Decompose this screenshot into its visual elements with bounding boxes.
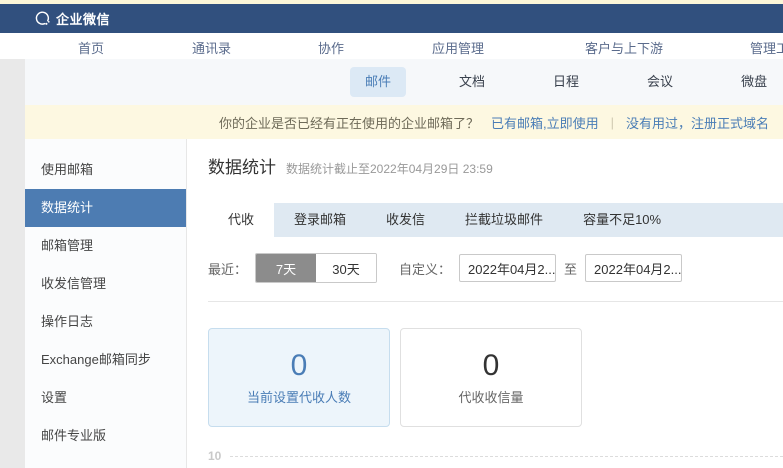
subnav-tab-docs[interactable]: 文档 [444,67,500,97]
stats-main-panel: 数据统计 数据统计截止至2022年04月29日 23:59 代收 登录邮箱 收发… [187,139,783,468]
subnav-tab-mail[interactable]: 邮件 [350,67,406,97]
primary-nav: 首页 通讯录 协作 应用管理 客户与上下游 管理工具 [0,33,783,59]
wecom-bubble-icon [34,10,51,27]
sidebar-item-use-mailbox[interactable]: 使用邮箱 [25,151,186,189]
mail-subnav: 邮件 文档 日程 会议 微盘 [25,59,783,105]
stat-card-proxy-recipients[interactable]: 0 当前设置代收人数 [208,328,390,427]
date-to-value: 2022年04月2... [594,259,681,278]
brand-label: 企业微信 [56,9,110,28]
date-filter-row: 最近： 7天 30天 自定义： 2022年04月2... ▾ 至 2022年04… [208,253,783,283]
brand[interactable]: 企业微信 [34,9,110,28]
stat-value: 0 [291,349,308,383]
nav-item-contacts[interactable]: 通讯录 [192,38,231,57]
sidebar-item-op-log[interactable]: 操作日志 [25,303,186,341]
range-segmented-control: 7天 30天 [255,253,377,283]
page-panel: 邮件 文档 日程 会议 微盘 你的企业是否已经有正在使用的企业邮箱了？ 已有邮箱… [25,59,783,468]
nav-item-customers[interactable]: 客户与上下游 [585,38,663,57]
tab-send-receive[interactable]: 收发信 [366,203,445,237]
notice-separator: | [611,115,614,130]
nav-item-apps[interactable]: 应用管理 [432,38,484,57]
nav-item-admin-tools[interactable]: 管理工具 [750,38,783,57]
notice-link-have-mailbox[interactable]: 已有邮箱,立即使用 [491,113,599,132]
recent-label: 最近： [208,259,247,278]
y-axis-tick: 10 [208,449,230,463]
custom-label: 自定义： [399,259,451,278]
chart-area-top: 10 [208,449,783,463]
sidebar-item-mailbox-mgmt[interactable]: 邮箱管理 [25,227,186,265]
date-from-value: 2022年04月2... [468,259,555,278]
sidebar-item-settings[interactable]: 设置 [25,379,186,417]
notice-link-register-domain[interactable]: 没有用过，注册正式域名 [626,113,769,132]
stat-value: 0 [483,349,500,383]
sidebar-item-sendrecv-mgmt[interactable]: 收发信管理 [25,265,186,303]
mailbox-notice-bar: 你的企业是否已经有正在使用的企业邮箱了？ 已有邮箱,立即使用 | 没有用过，注册… [25,105,783,139]
to-label: 至 [564,259,577,278]
tab-proxy-receive[interactable]: 代收 [208,203,274,237]
subnav-tab-schedule[interactable]: 日程 [538,67,594,97]
nav-item-home[interactable]: 首页 [78,38,104,57]
subnav-tab-meeting[interactable]: 会议 [632,67,688,97]
stats-tab-strip: 代收 登录邮箱 收发信 拦截垃圾邮件 容量不足10% [208,203,783,237]
nav-item-collab[interactable]: 协作 [318,38,344,57]
stat-card-proxy-mail-volume[interactable]: 0 代收收信量 [400,328,582,427]
page-title: 数据统计 [208,153,276,178]
tab-login-mailbox[interactable]: 登录邮箱 [274,203,366,237]
sidebar-item-exchange-sync[interactable]: Exchange邮箱同步 [25,341,186,379]
section-divider [208,301,783,302]
left-page-gutter [0,59,25,468]
date-to-select[interactable]: 2022年04月2... ▾ [585,254,682,282]
notice-question: 你的企业是否已经有正在使用的企业邮箱了？ [219,113,479,132]
date-from-select[interactable]: 2022年04月2... ▾ [459,254,556,282]
range-30d-button[interactable]: 30天 [316,254,376,282]
top-app-bar: 企业微信 [0,4,783,33]
dashed-gridline [230,456,783,457]
sidebar-item-data-stats[interactable]: 数据统计 [25,189,186,227]
tab-low-capacity[interactable]: 容量不足10% [563,203,681,237]
stats-cutoff-subtitle: 数据统计截止至2022年04月29日 23:59 [286,160,493,177]
stat-label: 当前设置代收人数 [247,387,351,406]
range-7d-button[interactable]: 7天 [256,254,316,282]
sidebar-item-mail-pro[interactable]: 邮件专业版 [25,417,186,455]
stat-label: 代收收信量 [458,387,523,406]
mail-admin-sidebar: 使用邮箱 数据统计 邮箱管理 收发信管理 操作日志 Exchange邮箱同步 设… [25,139,187,468]
tab-spam-blocked[interactable]: 拦截垃圾邮件 [445,203,563,237]
subnav-tab-drive[interactable]: 微盘 [726,67,782,97]
